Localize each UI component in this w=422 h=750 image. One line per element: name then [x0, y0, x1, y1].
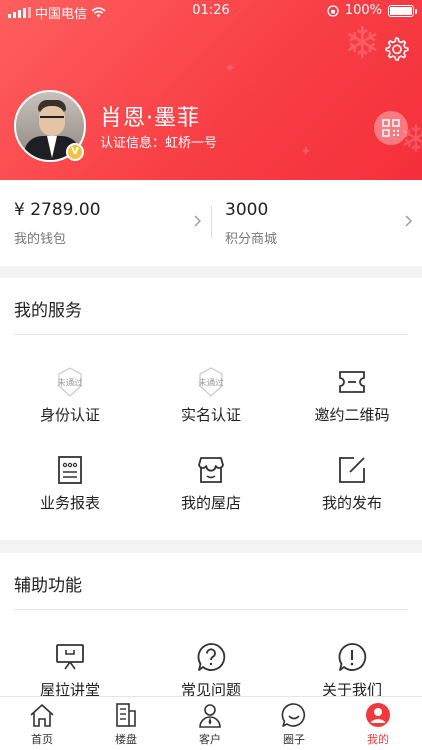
tab-mine[interactable]: 我的	[336, 697, 420, 750]
wallet-panel: ¥ 2789.00 我的钱包 3000 积分商城	[0, 180, 422, 266]
snowflake-decoration-icon: ✦	[225, 61, 236, 75]
tab-label: 圈子	[283, 733, 305, 746]
grid-item-label: 屋拉讲堂	[39, 681, 100, 696]
info-icon	[338, 643, 367, 671]
battery-label: 100%	[344, 3, 382, 18]
qr-code-icon	[382, 119, 400, 137]
vip-badge-icon: V	[66, 143, 84, 161]
wallet-balance: ¥ 2789.00	[14, 200, 101, 220]
wallet-label: 我的钱包	[14, 232, 67, 247]
real-name-verification-item[interactable]: 未通过 实名认证	[141, 366, 281, 446]
tab-properties[interactable]: 楼盘	[84, 697, 168, 750]
not-passed-badge: 未通过	[57, 378, 83, 389]
wallet-balance-item[interactable]: ¥ 2789.00 我的钱包	[0, 180, 211, 266]
snowflake-decoration-icon: ❄	[344, 18, 381, 69]
tab-label: 首页	[31, 733, 53, 746]
tab-customers[interactable]: 客户	[168, 697, 252, 750]
divider	[14, 334, 408, 335]
profile-header: ❄ ❄ ✦ ✦ 中国电信 01:26 100% V 肖恩·墨菲 认证信息：虹桥一…	[0, 0, 422, 180]
snowflake-decoration-icon: ✦	[300, 144, 312, 160]
chevron-right-icon	[405, 215, 412, 227]
tab-circle[interactable]: 圈子	[252, 697, 336, 750]
assist-section: 辅助功能 屋拉讲堂 常见问题 关于我们	[0, 553, 422, 696]
my-store-item[interactable]: 我的屋店	[141, 454, 281, 534]
grid-item-label: 实名认证	[180, 406, 241, 424]
status-bar: 中国电信 01:26 100%	[0, 0, 422, 22]
tab-home[interactable]: 首页	[0, 697, 84, 750]
points-mall-item[interactable]: 3000 积分商城	[211, 180, 422, 266]
ticket-icon	[339, 371, 365, 393]
tab-label: 客户	[199, 733, 221, 746]
grid-item-label: 关于我们	[321, 681, 382, 696]
grid-item-label: 业务报表	[39, 494, 100, 512]
edit-icon	[339, 457, 365, 483]
bottom-tab-bar: 首页 楼盘 客户 圈子 我的	[0, 696, 422, 750]
assist-title: 辅助功能	[14, 576, 82, 596]
grid-item-label: 我的发布	[321, 494, 382, 512]
points-label: 积分商城	[225, 232, 278, 247]
tab-label: 我的	[367, 733, 389, 746]
report-icon	[58, 456, 82, 484]
divider	[14, 609, 408, 610]
services-title: 我的服务	[14, 301, 82, 321]
battery-icon	[388, 4, 417, 17]
gear-icon[interactable]	[382, 35, 410, 63]
grid-item-label: 身份认证	[39, 406, 100, 424]
qr-code-button[interactable]	[374, 111, 408, 145]
question-icon	[197, 643, 226, 671]
business-report-item[interactable]: 业务报表	[0, 454, 140, 534]
my-posts-item[interactable]: 我的发布	[282, 454, 422, 534]
points-value: 3000	[225, 200, 269, 220]
user-name: 肖恩·墨菲	[100, 106, 200, 131]
customer-icon	[199, 704, 221, 728]
faq-item[interactable]: 常见问题	[141, 641, 281, 696]
store-icon	[198, 457, 224, 483]
shield-not-passed-icon: 未通过	[198, 367, 224, 397]
not-passed-badge: 未通过	[198, 378, 224, 389]
grid-item-label: 常见问题	[180, 681, 241, 696]
about-us-item[interactable]: 关于我们	[282, 641, 422, 696]
chat-icon	[281, 703, 306, 727]
certification-info: 认证信息：虹桥一号	[100, 136, 218, 151]
grid-item-label: 我的屋店	[180, 494, 241, 512]
lecture-icon	[56, 644, 84, 670]
profile-icon	[366, 703, 390, 727]
home-icon	[30, 704, 54, 727]
identity-verification-item[interactable]: 未通过 身份认证	[0, 366, 140, 446]
grid-item-label: 邀约二维码	[314, 406, 390, 424]
lecture-hall-item[interactable]: 屋拉讲堂	[0, 641, 140, 696]
tab-label: 楼盘	[115, 733, 137, 746]
building-icon	[116, 703, 136, 727]
chevron-right-icon	[194, 215, 201, 227]
rotation-lock-icon	[327, 4, 339, 17]
invite-qr-code-item[interactable]: 邀约二维码	[282, 366, 422, 446]
shield-not-passed-icon: 未通过	[57, 367, 83, 397]
services-section: 我的服务 未通过 身份认证 未通过 实名认证 邀约二维码 业务报表 我的屋店 我…	[0, 278, 422, 540]
